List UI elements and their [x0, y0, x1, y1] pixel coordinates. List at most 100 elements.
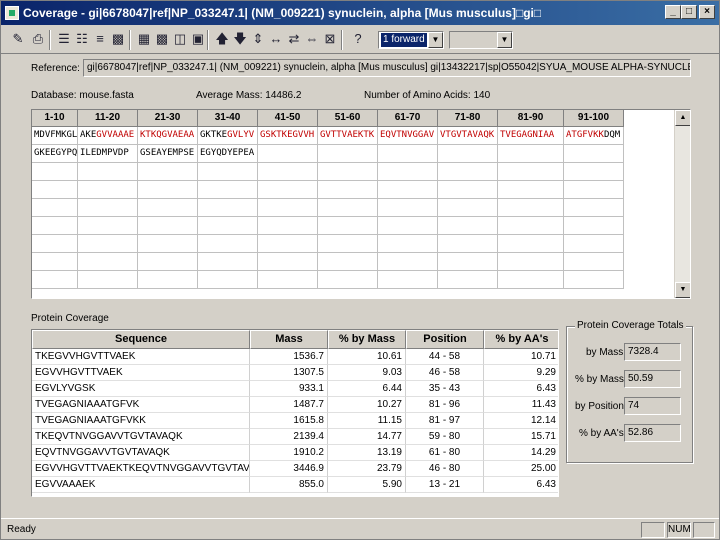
reference-field[interactable]: gi|6678047|ref|NP_033247.1| (NM_009221) … — [83, 59, 691, 77]
protein-coverage-table[interactable]: Sequence Mass% by Mass Position% by AA's T… — [31, 329, 559, 497]
table-row[interactable]: EGVVAAAEK 855.0 5.90 13 - 21 6.43 — [32, 477, 558, 493]
sequence-grid-cell[interactable]: EQVTNVGGAV — [378, 127, 438, 145]
sequence-grid-cell[interactable] — [438, 199, 498, 217]
table-row[interactable]: TKEGVVHGVTTVAEK 1536.7 10.61 44 - 58 10.71 — [32, 349, 558, 365]
sequence-grid-cell[interactable]: GKEEGYPQEG — [32, 145, 78, 163]
sequence-grid-cell[interactable]: AKEGVVAAAE — [78, 127, 138, 145]
pct-mass-field[interactable]: 50.59 — [624, 370, 681, 388]
sequence-grid-cell[interactable] — [378, 163, 438, 181]
sequence-grid-cell[interactable] — [78, 181, 138, 199]
sequence-grid-cell[interactable] — [498, 199, 564, 217]
sequence-grid-cell[interactable] — [138, 199, 198, 217]
secondary-select[interactable]: ▼ — [449, 31, 513, 49]
sequence-grid-cell[interactable]: GSEAYEMPSE — [138, 145, 198, 163]
sequence-grid-cell[interactable] — [198, 253, 258, 271]
sequence-grid-cell[interactable] — [564, 145, 624, 163]
sequence-grid-cell[interactable] — [78, 199, 138, 217]
sequence-grid-cell[interactable] — [318, 145, 378, 163]
sequence-grid-cell[interactable] — [438, 217, 498, 235]
sequence-grid-cell[interactable] — [138, 235, 198, 253]
sequence-grid-cell[interactable] — [378, 217, 438, 235]
columns-icon[interactable]: ◫ — [171, 30, 189, 48]
title-bar[interactable]: Coverage - gi|6678047|ref|NP_033247.1| (… — [1, 1, 719, 25]
sequence-grid-cell[interactable] — [258, 271, 318, 289]
sequence-grid-cell[interactable] — [378, 145, 438, 163]
sequence-grid-cell[interactable] — [198, 235, 258, 253]
sequence-grid-cell[interactable] — [78, 253, 138, 271]
sequence-grid-cell[interactable] — [258, 217, 318, 235]
table-row[interactable]: TVEGAGNIAAATGFVKK 1615.8 11.15 81 - 97 12.14 — [32, 413, 558, 429]
pct-aa-field[interactable]: 52.86 — [624, 424, 681, 442]
sequence-grid-cell[interactable] — [78, 235, 138, 253]
sequence-grid-cell[interactable] — [438, 163, 498, 181]
sequence-grid-cell[interactable] — [564, 181, 624, 199]
close-button[interactable]: × — [699, 5, 715, 19]
sequence-grid-cell[interactable] — [198, 271, 258, 289]
sequence-grid-cell[interactable] — [498, 235, 564, 253]
arrows-in-icon[interactable]: ⇄ — [285, 30, 303, 48]
arrows-out-icon[interactable]: ⇔ — [303, 30, 321, 48]
by-mass-field[interactable]: 7328.4 — [624, 343, 681, 361]
table-row[interactable]: EGVVHGVTTVAEK 1307.5 9.03 46 - 58 9.29 — [32, 365, 558, 381]
detail-view-icon[interactable]: ☷ — [73, 30, 91, 48]
sequence-grid-cell[interactable] — [318, 217, 378, 235]
sequence-grid-cell[interactable] — [438, 271, 498, 289]
direction-select[interactable]: 1 forward ▼ — [378, 31, 444, 49]
arrow-updown-icon[interactable]: ⇕ — [249, 30, 267, 48]
protein-coverage-column-header[interactable]: % by Mass — [328, 330, 406, 349]
sequence-grid-cell[interactable] — [258, 163, 318, 181]
sequence-grid-cell[interactable] — [318, 253, 378, 271]
text-view-icon[interactable]: ≡ — [91, 30, 109, 48]
sequence-grid-cell[interactable] — [78, 271, 138, 289]
sequence-grid-cell[interactable] — [138, 181, 198, 199]
maximize-button[interactable]: □ — [681, 5, 697, 19]
sequence-grid-cell[interactable]: EGYQDYEPEA — [198, 145, 258, 163]
sequence-grid-cell[interactable] — [258, 235, 318, 253]
sequence-grid-cell[interactable] — [438, 253, 498, 271]
sequence-grid-cell[interactable] — [318, 199, 378, 217]
sequence-grid-cell[interactable] — [498, 181, 564, 199]
protein-coverage-column-header[interactable]: Position — [406, 330, 484, 349]
protein-coverage-column-header[interactable]: Sequence — [32, 330, 250, 349]
protein-coverage-column-header[interactable]: % by AA's — [484, 330, 558, 349]
sequence-grid-cell[interactable] — [198, 199, 258, 217]
sequence-grid-cell[interactable] — [258, 199, 318, 217]
protein-coverage-column-header[interactable]: Mass — [250, 330, 328, 349]
sequence-grid-cell[interactable] — [32, 163, 78, 181]
sequence-grid-cell[interactable] — [564, 253, 624, 271]
chevron-down-icon[interactable]: ▼ — [497, 32, 512, 48]
sequence-grid-cell[interactable] — [318, 235, 378, 253]
grid-view-icon[interactable]: ▩ — [153, 30, 171, 48]
sequence-grid-cell[interactable] — [438, 235, 498, 253]
sequence-grid-cell[interactable] — [318, 271, 378, 289]
sequence-grid-cell[interactable] — [32, 217, 78, 235]
sequence-grid[interactable]: 1-10 11-20 21-30 31-40 41-50 51-60 61-70 71-80 8… — [31, 109, 691, 299]
sequence-grid-cell[interactable] — [564, 199, 624, 217]
chevron-down-icon[interactable]: ▼ — [428, 32, 443, 48]
arrow-up-icon[interactable]: 🡅 — [213, 30, 231, 48]
table-row[interactable]: EGVVHGVTTVAEKTKEQVTNVGGAVVTGVTAVAQK 3446.… — [32, 461, 558, 477]
sequence-grid-cell[interactable] — [438, 181, 498, 199]
sequence-grid-cell[interactable] — [498, 253, 564, 271]
table-view-icon[interactable]: ▦ — [135, 30, 153, 48]
sequence-grid-cell[interactable] — [498, 163, 564, 181]
collapse-icon[interactable]: ⊠ — [321, 30, 339, 48]
sequence-grid-cell[interactable]: ATGFVKKDQM — [564, 127, 624, 145]
sequence-grid-cell[interactable] — [198, 163, 258, 181]
table-row[interactable]: EQVTNVGGAVVTGVTAVAQK 1910.2 13.19 61 - 80 14… — [32, 445, 558, 461]
arrows-left-right-icon[interactable]: ↔ — [267, 30, 285, 48]
table-row[interactable]: TVEGAGNIAAATGFVK 1487.7 10.27 81 - 96 11.43 — [32, 397, 558, 413]
sequence-grid-cell[interactable] — [498, 217, 564, 235]
by-position-field[interactable]: 74 — [624, 397, 681, 415]
sequence-grid-cell[interactable] — [564, 271, 624, 289]
sequence-grid-cell[interactable]: GSKTKEGVVH — [258, 127, 318, 145]
sequence-grid-cell[interactable] — [32, 181, 78, 199]
sequence-grid-cell[interactable] — [378, 253, 438, 271]
sequence-grid-cell[interactable] — [564, 217, 624, 235]
bar-chart-icon[interactable]: ▩ — [109, 30, 127, 48]
scroll-down-icon[interactable]: ▼ — [675, 282, 690, 298]
sequence-grid-cell[interactable] — [258, 253, 318, 271]
sequence-grid-cell[interactable] — [318, 163, 378, 181]
sequence-grid-cell[interactable] — [318, 181, 378, 199]
sequence-grid-cell[interactable] — [32, 199, 78, 217]
